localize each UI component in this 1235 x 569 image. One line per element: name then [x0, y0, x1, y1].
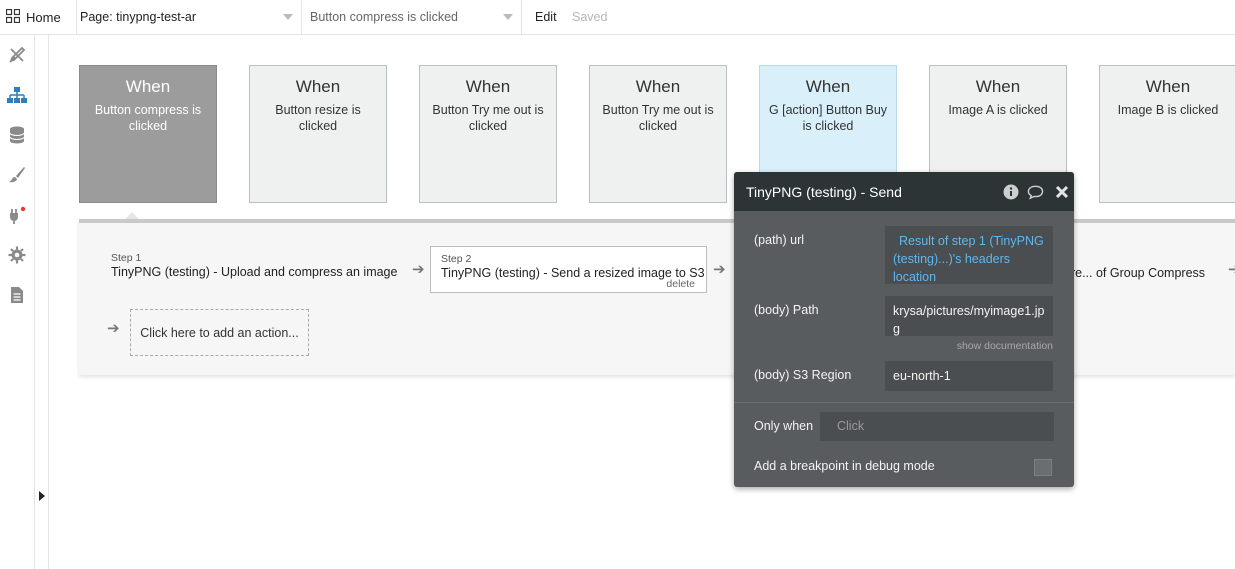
grid-icon	[5, 8, 21, 26]
path-field[interactable]: krysa/pictures/myimage1.jpg	[885, 296, 1053, 336]
step-title: TinyPNG (testing) - Send a resized image…	[441, 266, 705, 280]
arrow-right-icon: ➔	[713, 261, 726, 278]
info-icon[interactable]	[1002, 183, 1019, 200]
region-field-value: eu-north-1	[893, 369, 951, 383]
only-when-input[interactable]: Click	[820, 412, 1054, 441]
design-icon[interactable]	[7, 45, 27, 65]
only-when-placeholder: Click	[837, 419, 865, 433]
step-2[interactable]: Step 2 TinyPNG (testing) - Send a resize…	[430, 246, 707, 293]
show-documentation-link[interactable]: show documentation	[957, 340, 1053, 352]
region-field-label: (body) S3 Region	[754, 368, 852, 382]
arrow-right-icon: ➔	[1228, 261, 1235, 278]
step-number: Step 1	[111, 252, 142, 264]
path-field-value: krysa/pictures/myimage1.jpg	[893, 304, 1045, 336]
event-card[interactable]: When Button compress is clicked	[79, 65, 217, 203]
event-card[interactable]: When Button Try me out is clicked	[589, 65, 727, 203]
comment-icon[interactable]	[1027, 183, 1044, 200]
action-properties-popup: TinyPNG (testing) - Send (path) url Resu…	[734, 172, 1074, 487]
breakpoint-checkbox[interactable]	[1034, 459, 1052, 476]
event-when-label: When	[125, 77, 171, 96]
step-3-title[interactable]: ore... of Group Compress	[1064, 266, 1205, 280]
chevron-down-icon	[503, 14, 513, 20]
event-description: Button resize is clicked	[275, 103, 361, 133]
workflow-icon[interactable]	[7, 85, 27, 105]
data-icon[interactable]	[7, 125, 27, 145]
event-when-label: When	[635, 77, 681, 96]
chevron-down-icon	[283, 14, 293, 20]
logs-icon[interactable]	[7, 285, 27, 305]
close-icon[interactable]	[1053, 183, 1070, 200]
event-description: Button compress is clicked	[94, 103, 202, 133]
divider	[734, 402, 1074, 403]
delete-step-button[interactable]: delete	[666, 278, 695, 290]
event-description: Image A is clicked	[948, 103, 1048, 117]
event-card[interactable]: When Image B is clicked	[1099, 65, 1235, 203]
breakpoint-label: Add a breakpoint in debug mode	[754, 459, 935, 473]
event-when-label: When	[295, 77, 341, 96]
home-button[interactable]: Home	[5, 0, 77, 34]
path-field-label: (body) Path	[754, 303, 819, 317]
side-gutter	[35, 35, 49, 569]
event-when-label: When	[1145, 77, 1191, 96]
edit-menu[interactable]: Edit	[535, 10, 557, 24]
popup-title: TinyPNG (testing) - Send	[746, 184, 902, 200]
arrow-right-icon: ➔	[412, 261, 425, 278]
event-when-label: When	[975, 77, 1021, 96]
event-description: Button Try me out is clicked	[602, 103, 714, 133]
event-selector-label: Button compress is clicked	[310, 10, 458, 24]
page-selector-label: Page: tinypng-test-ar	[80, 10, 197, 24]
expand-panel-icon[interactable]	[39, 491, 45, 501]
region-field[interactable]: eu-north-1	[885, 361, 1053, 391]
step-title: TinyPNG (testing) - Upload and compress …	[111, 265, 398, 279]
step-number: Step 2	[441, 253, 472, 265]
event-selector[interactable]: Button compress is clicked	[302, 0, 522, 34]
event-when-label: When	[465, 77, 511, 96]
arrow-right-icon: ➔	[107, 320, 120, 337]
left-toolbar	[0, 35, 35, 569]
url-field-value: Result of step 1 (TinyPNG (testing)...)'…	[893, 234, 1044, 284]
settings-icon[interactable]	[7, 245, 27, 265]
event-description: G [action] Button Buy is clicked	[768, 103, 888, 133]
styles-icon[interactable]	[7, 165, 27, 185]
url-field-label: (path) url	[754, 233, 805, 247]
plugins-icon[interactable]	[7, 205, 27, 225]
page-selector[interactable]: Page: tinypng-test-ar	[75, 0, 302, 34]
add-action-button[interactable]: Click here to add an action...	[130, 309, 309, 356]
top-bar: Home Page: tinypng-test-ar Button compre…	[0, 0, 1235, 35]
event-when-label: When	[805, 77, 851, 96]
event-description: Button Try me out is clicked	[432, 103, 544, 133]
saved-status: Saved	[572, 10, 608, 24]
event-description: Image B is clicked	[1117, 103, 1219, 117]
only-when-label: Only when	[754, 419, 814, 433]
event-card[interactable]: When Button resize is clicked	[249, 65, 387, 203]
url-field[interactable]: Result of step 1 (TinyPNG (testing)...)'…	[885, 226, 1053, 284]
popup-header: TinyPNG (testing) - Send	[734, 172, 1074, 211]
home-label: Home	[26, 9, 61, 25]
event-card[interactable]: When Button Try me out is clicked	[419, 65, 557, 203]
